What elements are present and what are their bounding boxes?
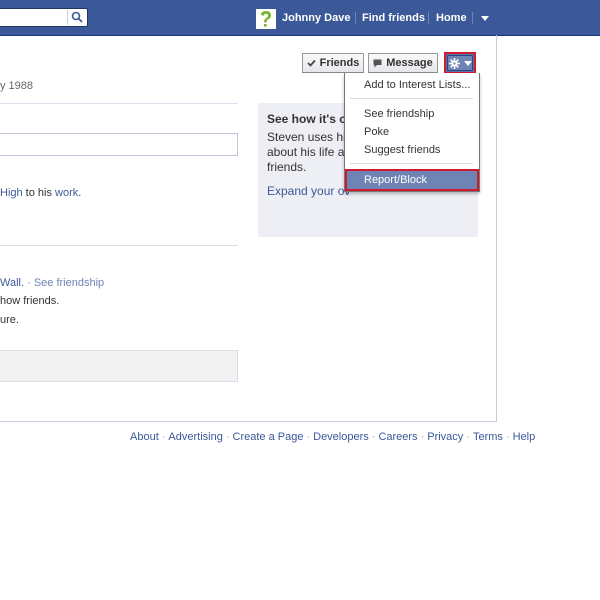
report-block-label: Report/Block [364,174,427,186]
work-text: to his [22,187,56,199]
footer-dot: · [420,431,425,443]
section-divider [0,103,238,104]
bottom-gray-panel [0,350,238,382]
menu-separator [350,98,473,99]
school-link[interactable]: High [0,187,23,199]
see-friendship-link[interactable]: See friendship [34,277,104,289]
user-avatar-icon[interactable] [256,9,276,29]
footer-dot: · [466,431,470,443]
footer-link-careers[interactable]: Careers [378,431,417,443]
message-icon [373,59,382,67]
message-button[interactable]: Message [368,53,438,73]
footer-dot: · [225,431,230,443]
expand-link[interactable]: Expand your ov [267,184,350,198]
friends-button[interactable]: Friends [302,53,364,73]
message-button-label: Message [386,57,433,69]
footer-link-privacy[interactable]: Privacy [427,431,463,443]
footer-dot: · [306,431,311,443]
menu-item-see-friendship[interactable]: See friendship [364,108,434,120]
work-line: High to his work. [0,187,81,199]
footer-link-create-page[interactable]: Create a Page [233,431,304,443]
account-menu-caret-icon[interactable] [481,16,489,21]
see-box-body: Steven uses hi about his life a friends. [267,130,346,174]
menu-separator [350,163,473,164]
top-bar: Johnny Dave Find friends Home [0,0,600,36]
settings-dropdown-menu: Add to Interest Lists... See friendship … [344,73,480,192]
footer-dot: · [161,431,166,443]
nav-home[interactable]: Home [436,0,467,35]
search-input[interactable] [0,8,88,27]
work-link[interactable]: work [55,187,78,199]
menu-item-suggest-friends[interactable]: Suggest friends [364,144,440,156]
see-box-title: See how it's c [267,112,346,126]
footer-links: About · Advertising · Create a Page · Develope… [130,431,535,443]
wall-line: Wall. · See friendship [0,277,104,289]
gear-button-face [447,55,473,71]
friends-info-text: how friends. [0,295,60,307]
search-icon[interactable] [71,11,83,23]
wall-link[interactable]: Wall. [0,277,24,289]
nav-divider [355,12,356,24]
footer-dot: · [505,431,510,443]
settings-gear-button[interactable] [444,52,476,74]
nav-user-name[interactable]: Johnny Dave [282,0,350,35]
birthday-text: y 1988 [0,80,34,92]
footer-link-help[interactable]: Help [513,431,536,443]
wall-sep: · [24,277,34,289]
menu-item-report-block[interactable]: Report/Block [345,169,479,191]
menu-item-poke[interactable]: Poke [364,126,389,138]
menu-item-add-to-interest-lists[interactable]: Add to Interest Lists... [364,79,470,91]
work-period: . [78,187,82,199]
status-input[interactable] [0,133,238,156]
nav-divider [428,12,429,24]
gear-icon [448,57,460,69]
footer-link-developers[interactable]: Developers [313,431,369,443]
footer-link-advertising[interactable]: Advertising [168,431,222,443]
nav-find-friends[interactable]: Find friends [362,0,425,35]
footer-dot: · [371,431,376,443]
chevron-down-icon [463,60,472,66]
nav-divider [472,12,473,24]
search-divider [67,10,68,25]
footer-link-terms[interactable]: Terms [473,431,503,443]
checkmark-icon [306,59,316,67]
friends-button-label: Friends [319,57,360,69]
footer-link-about[interactable]: About [130,431,159,443]
section-divider [0,245,238,246]
future-info-text: ure. [0,314,19,326]
